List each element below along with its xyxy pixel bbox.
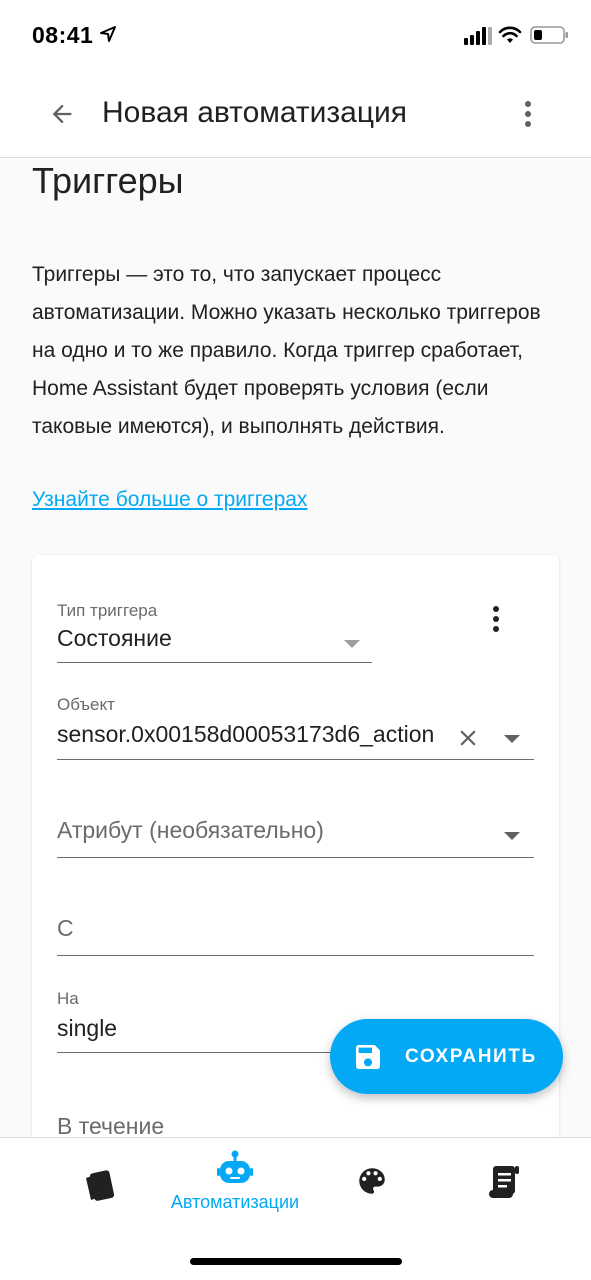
more-vertical-icon [493,606,499,632]
to-label: На [57,989,79,1008]
trigger-type-value: Состояние [57,625,172,651]
page-title: Новая автоматизация [102,96,408,129]
cellular-signal-icon [464,27,492,45]
nav-item-overview[interactable] [78,1166,122,1236]
palette-icon [359,1168,385,1194]
dropdown-caret-icon[interactable] [504,735,520,743]
entity-combobox[interactable]: Объект sensor.0x00158d00053173d6_action [57,695,534,761]
nav-item-themes[interactable] [354,1164,390,1234]
nav-item-logs[interactable] [486,1164,522,1234]
dropdown-caret-icon [504,832,520,840]
more-vertical-icon [525,101,531,127]
location-arrow-icon [100,26,116,42]
app-header: Новая автоматизация [0,70,591,158]
dropdown-caret-icon [344,640,360,648]
arrow-back-icon [52,104,72,124]
battery-icon [530,26,568,44]
attribute-combobox[interactable]: Атрибут (необязательно) [57,817,534,859]
entity-value: sensor.0x00158d00053173d6_action [57,721,435,747]
save-button[interactable]: СОХРАНИТЬ [330,1019,563,1094]
attribute-placeholder: Атрибут (необязательно) [57,817,324,843]
scroll-text-icon [489,1166,519,1198]
section-description: Триггеры — это то, что запускает процесс… [32,263,541,438]
status-bar: 08:41 [0,0,591,70]
entity-label: Объект [57,695,115,714]
trigger-menu-button[interactable] [482,601,510,637]
cards-icon [86,1170,115,1201]
from-field[interactable]: С [57,915,534,957]
robot-icon [217,1150,253,1183]
nav-item-automations[interactable]: Автоматизации [160,1150,310,1220]
status-time: 08:41 [32,22,94,48]
trigger-type-label: Тип триггера [57,601,158,620]
from-placeholder: С [57,915,74,941]
learn-more-link[interactable]: Узнайте больше о триггерах [32,488,307,512]
overflow-menu-button[interactable] [510,92,546,136]
clear-button[interactable] [455,725,481,751]
home-indicator [190,1258,402,1265]
nav-label-automations: Автоматизации [170,1192,300,1212]
trigger-type-select[interactable]: Тип триггера Состояние [57,601,372,663]
section-title: Триггеры [32,160,184,201]
back-button[interactable] [40,92,84,136]
save-icon [356,1045,380,1069]
close-icon [460,730,476,746]
save-button-label: СОХРАНИТЬ [405,1046,537,1067]
wifi-icon [498,26,522,43]
for-placeholder: В течение [57,1113,165,1139]
